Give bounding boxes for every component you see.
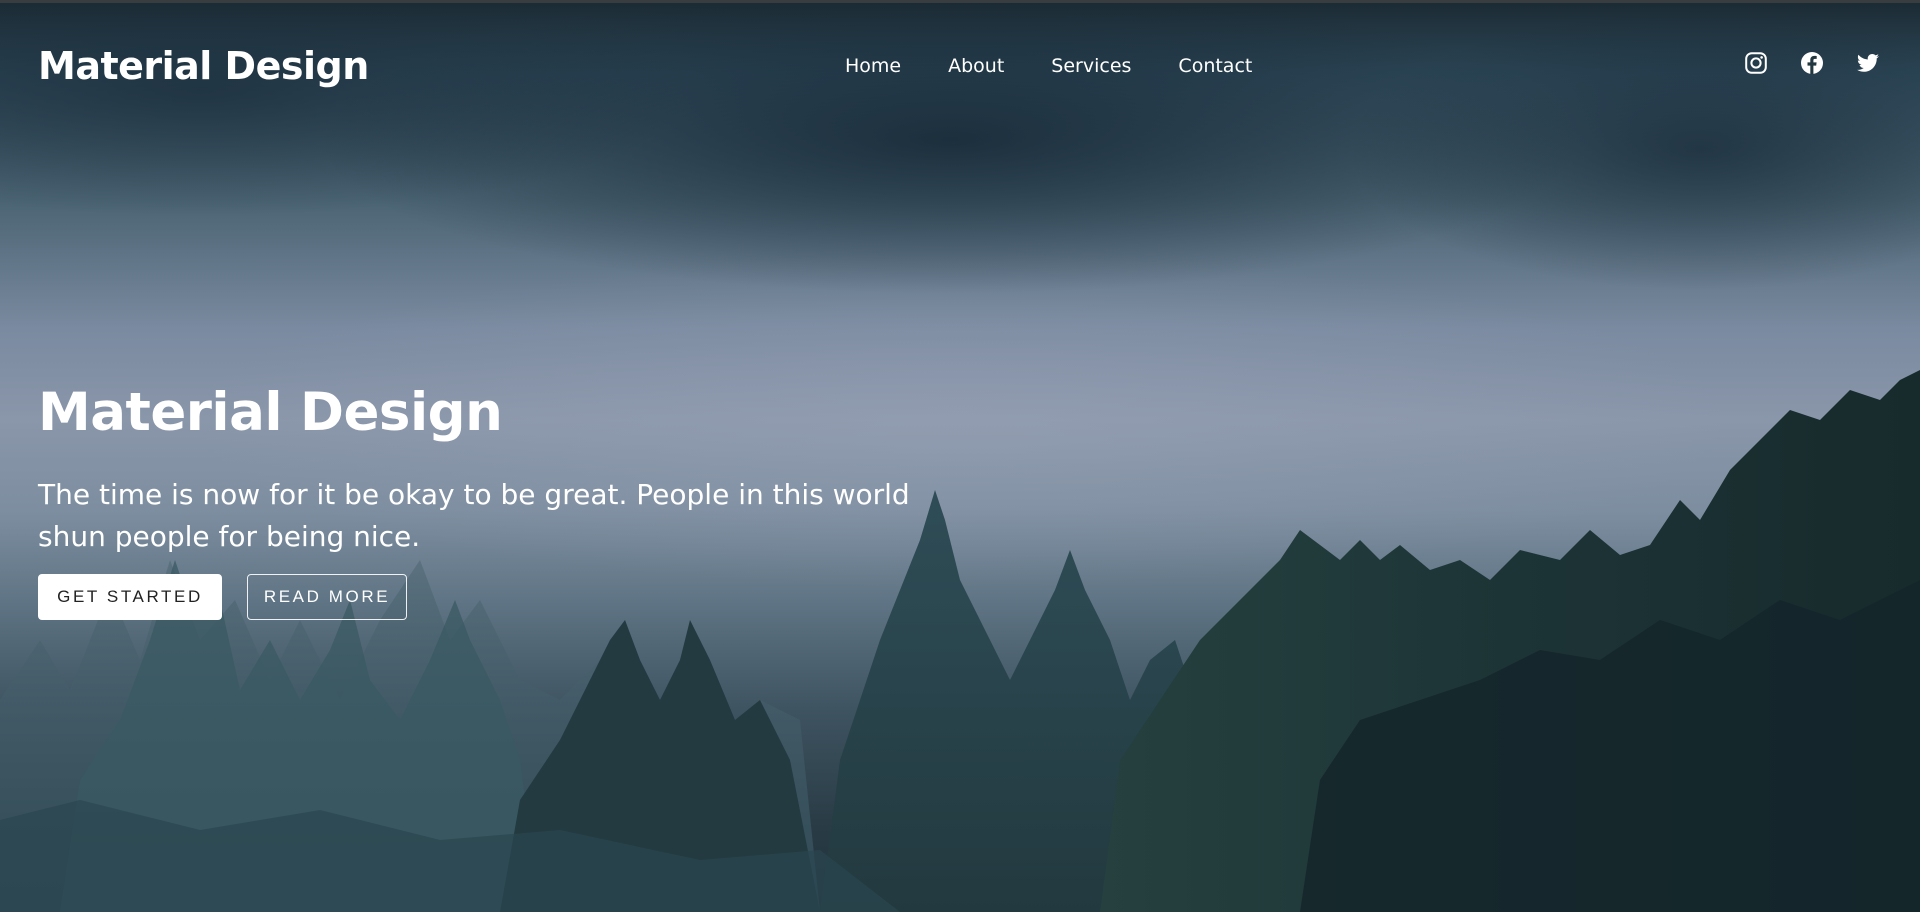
navbar: Material Design Home About Services Cont… bbox=[0, 0, 1920, 120]
hero-buttons: GET STARTED READ MORE bbox=[38, 574, 938, 620]
facebook-icon[interactable] bbox=[1800, 51, 1824, 75]
instagram-icon[interactable] bbox=[1744, 51, 1768, 75]
nav-links: Home About Services Contact bbox=[845, 55, 1299, 77]
hero-title: Material Design bbox=[38, 382, 503, 443]
nav-link-about[interactable]: About bbox=[948, 55, 1004, 77]
social-links bbox=[1744, 51, 1880, 75]
hero-subtitle: The time is now for it be okay to be gre… bbox=[38, 478, 910, 553]
hero-content: Material Design The time is now for it b… bbox=[38, 380, 938, 620]
nav-link-contact[interactable]: Contact bbox=[1178, 55, 1252, 77]
read-more-button[interactable]: READ MORE bbox=[247, 574, 407, 620]
get-started-button[interactable]: GET STARTED bbox=[38, 574, 222, 620]
hero-section: Material Design Home About Services Cont… bbox=[0, 0, 1920, 912]
brand-logo[interactable]: Material Design bbox=[38, 44, 369, 88]
twitter-icon[interactable] bbox=[1856, 51, 1880, 75]
nav-link-home[interactable]: Home bbox=[845, 55, 901, 77]
nav-link-services[interactable]: Services bbox=[1051, 55, 1131, 77]
